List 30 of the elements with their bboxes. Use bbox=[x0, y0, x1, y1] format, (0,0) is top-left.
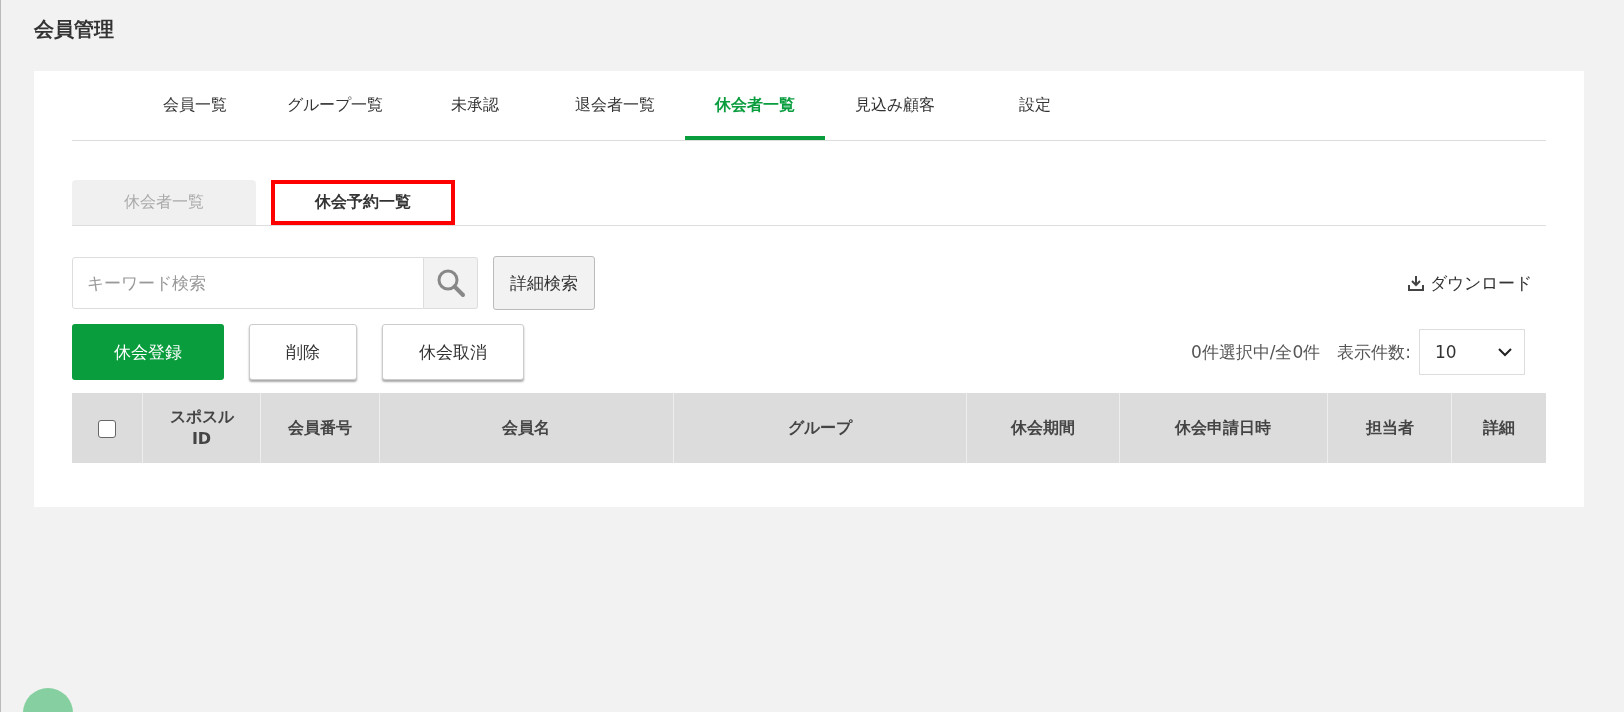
nav-tab[interactable]: 会員一覧 bbox=[125, 71, 265, 140]
column-header: 会員名 bbox=[379, 393, 674, 463]
column-header: 詳細 bbox=[1451, 393, 1546, 463]
sub-tab[interactable]: 休会予約一覧 bbox=[271, 180, 455, 225]
search-button[interactable] bbox=[424, 257, 478, 309]
column-header: 休会期間 bbox=[966, 393, 1120, 463]
nav-tab[interactable]: グループ一覧 bbox=[265, 71, 405, 140]
column-header: グループ bbox=[673, 393, 967, 463]
search-field[interactable]: キーワード検索 bbox=[72, 257, 424, 309]
nav-tab[interactable]: 休会者一覧 bbox=[685, 71, 825, 140]
column-header: 会員番号 bbox=[260, 393, 380, 463]
select-all-checkbox[interactable] bbox=[97, 419, 116, 438]
chevron-down-icon bbox=[1498, 347, 1512, 357]
nav-tab[interactable]: 見込み顧客 bbox=[825, 71, 965, 140]
action-button[interactable]: 削除 bbox=[249, 324, 357, 380]
nav-tab[interactable]: 未承認 bbox=[405, 71, 545, 140]
download-link[interactable]: ダウンロード bbox=[1402, 270, 1538, 296]
action-button[interactable]: 休会登録 bbox=[72, 324, 224, 380]
page-title: 会員管理 bbox=[33, 16, 115, 43]
advanced-search-button[interactable]: 詳細検索 bbox=[493, 256, 595, 310]
nav-tab[interactable]: 設定 bbox=[965, 71, 1105, 140]
page-size-select[interactable]: 10 bbox=[1419, 329, 1525, 375]
column-header: 休会申請日時 bbox=[1119, 393, 1328, 463]
action-button[interactable]: 休会取消 bbox=[382, 324, 524, 380]
page-size-label: 表示件数: bbox=[1337, 340, 1411, 364]
column-header: スポスル ID bbox=[142, 393, 261, 463]
nav-tab[interactable]: 退会者一覧 bbox=[545, 71, 685, 140]
download-icon bbox=[1408, 275, 1424, 291]
selection-count: 0件選択中/全0件 bbox=[1190, 340, 1321, 364]
column-header: 担当者 bbox=[1327, 393, 1452, 463]
